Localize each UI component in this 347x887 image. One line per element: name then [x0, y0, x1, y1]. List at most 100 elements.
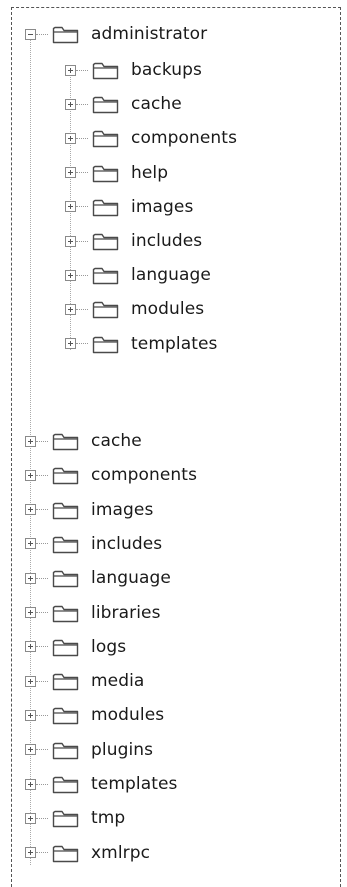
tree-connector-line: [76, 308, 88, 310]
folder-icon: [52, 24, 79, 44]
folder-label: components: [91, 465, 198, 486]
tree-connector-line: [36, 852, 48, 854]
expand-icon[interactable]: [25, 847, 36, 859]
tree-node-cache[interactable]: cache: [25, 424, 142, 458]
expand-icon[interactable]: [25, 572, 36, 584]
expand-icon[interactable]: [25, 504, 36, 516]
folder-label: templates: [91, 774, 178, 794]
folder-icon: [52, 500, 79, 520]
expand-icon[interactable]: [25, 675, 36, 687]
expand-icon[interactable]: [65, 201, 76, 213]
tree-connector-line: [36, 817, 48, 819]
tree-node-admin-images[interactable]: images: [65, 190, 193, 224]
tree-node-media[interactable]: media: [25, 664, 144, 698]
folder-icon: [52, 843, 79, 863]
tree-node-admin-includes[interactable]: includes: [65, 224, 202, 258]
folder-label: language: [91, 568, 171, 589]
tree-node-libraries[interactable]: libraries: [25, 596, 161, 630]
expand-icon[interactable]: [65, 132, 76, 144]
folder-icon: [92, 60, 119, 80]
tree-node-admin-modules[interactable]: modules: [65, 292, 204, 326]
tree-connector-line: [36, 543, 48, 545]
folder-label: xmlrpc: [91, 842, 151, 863]
expand-icon[interactable]: [25, 744, 36, 756]
folder-label: tmp: [91, 808, 126, 829]
expand-icon[interactable]: [65, 64, 76, 76]
tree-connector-line: [76, 274, 88, 276]
expand-icon[interactable]: [65, 235, 76, 247]
collapse-icon[interactable]: [25, 28, 36, 40]
folder-label: media: [91, 671, 145, 692]
tree-connector-line: [76, 240, 88, 242]
folder-label: cache: [131, 94, 182, 115]
tree-connector-line: [76, 69, 88, 71]
tree-node-tmp[interactable]: tmp: [25, 801, 125, 835]
folder-label: administrator: [91, 24, 208, 44]
expand-icon[interactable]: [25, 607, 36, 618]
folder-label: modules: [91, 705, 165, 726]
tree-connector-line: [36, 646, 48, 648]
folder-icon: [92, 128, 119, 148]
folder-label: language: [131, 265, 211, 286]
folder-label: components: [131, 128, 238, 149]
tree-connector-line: [36, 474, 48, 476]
expand-icon[interactable]: [65, 269, 76, 281]
folder-label: backups: [131, 60, 202, 80]
tree-connector-line: [76, 137, 88, 139]
tree-node-modules[interactable]: modules: [25, 698, 164, 732]
folder-icon: [52, 637, 79, 657]
expand-icon[interactable]: [65, 98, 76, 110]
expand-icon[interactable]: [25, 435, 36, 447]
folder-icon: [52, 808, 79, 828]
tree-node-xmlrpc[interactable]: xmlrpc: [25, 836, 150, 870]
tree-node-admin-help[interactable]: help: [65, 156, 168, 190]
tree-connector-line: [36, 577, 48, 579]
folder-icon: [92, 197, 119, 217]
folder-icon: [52, 774, 79, 794]
folder-label: help: [131, 162, 169, 183]
tree-node-admin-templates[interactable]: templates: [65, 327, 218, 361]
tree-connector-line: [36, 749, 48, 751]
tree-connector-line: [36, 612, 48, 613]
tree-connector-line: [76, 103, 88, 105]
folder-icon: [52, 465, 79, 485]
folder-label: images: [131, 196, 194, 217]
tree-node-plugins[interactable]: plugins: [25, 733, 153, 767]
folder-icon: [52, 740, 79, 760]
folder-icon: [92, 94, 119, 114]
folder-label: includes: [91, 533, 163, 554]
expand-icon[interactable]: [25, 812, 36, 824]
expand-icon[interactable]: [65, 167, 76, 179]
tree-connector-line: [36, 783, 48, 785]
tree-node-admin-cache[interactable]: cache: [65, 87, 182, 121]
folder-icon: [52, 603, 79, 623]
expand-icon[interactable]: [65, 303, 76, 315]
tree-node-admin-components[interactable]: components: [65, 121, 237, 155]
tree-connector-line: [36, 440, 48, 442]
expand-icon[interactable]: [25, 709, 36, 721]
tree-node-components[interactable]: components: [25, 458, 197, 492]
tree-node-admin-language[interactable]: language: [65, 258, 211, 292]
expand-icon[interactable]: [25, 538, 36, 550]
expand-icon[interactable]: [25, 469, 36, 481]
tree-node-logs[interactable]: logs: [25, 630, 126, 664]
expand-icon[interactable]: [25, 778, 36, 790]
tree-node-includes[interactable]: includes: [25, 527, 162, 561]
tree-node-administrator[interactable]: administrator: [25, 17, 207, 51]
folder-icon: [52, 568, 79, 588]
tree-node-templates[interactable]: templates: [25, 767, 178, 801]
tree-connector-line: [36, 714, 48, 716]
folder-icon: [52, 671, 79, 691]
tree-node-admin-backups[interactable]: backups: [65, 53, 202, 87]
tree-connector-line: [76, 206, 88, 208]
tree-node-images[interactable]: images: [25, 493, 153, 527]
folder-icon: [92, 231, 119, 251]
folder-label: includes: [131, 231, 203, 251]
tree-connector-line: [76, 172, 88, 174]
tree-node-language[interactable]: language: [25, 561, 171, 595]
folder-label: logs: [91, 636, 127, 657]
expand-icon[interactable]: [65, 338, 76, 350]
folder-label: cache: [91, 431, 142, 451]
expand-icon[interactable]: [25, 641, 36, 653]
folder-icon: [52, 534, 79, 554]
